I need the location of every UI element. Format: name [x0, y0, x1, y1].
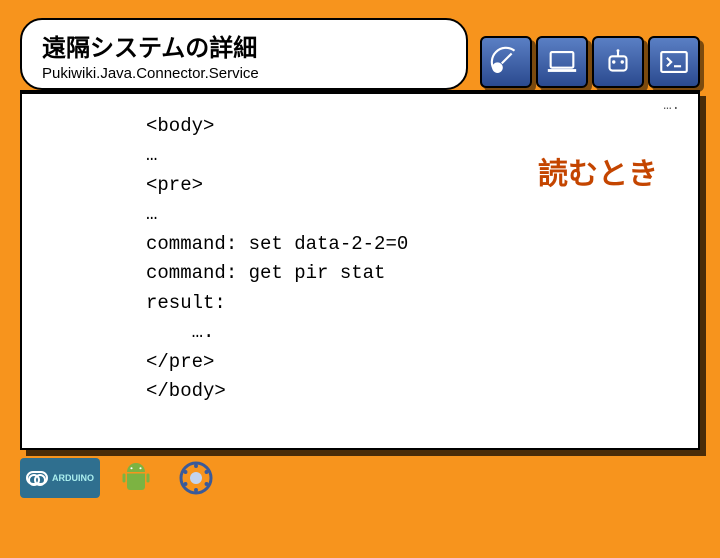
corner-ellipsis: …. — [663, 98, 680, 114]
main-panel: …. <body> … <pre> … command: set data-2-… — [20, 90, 700, 450]
code-line: <body> — [146, 115, 214, 137]
osgi-logo-icon — [172, 458, 220, 498]
code-line: command: set data-2-2=0 — [146, 233, 408, 255]
header-icon-row — [480, 36, 700, 88]
laptop-icon — [536, 36, 588, 88]
header: 遠隔システムの詳細 Pukiwiki.Java.Connector.Servic… — [20, 18, 700, 90]
satellite-dish-icon — [480, 36, 532, 88]
code-line: …. — [146, 321, 214, 343]
code-line: </body> — [146, 380, 226, 402]
arduino-logo-icon: ARDUINO — [20, 458, 100, 498]
code-line: <pre> — [146, 174, 203, 196]
page-subtitle: Pukiwiki.Java.Connector.Service — [42, 65, 446, 82]
page-title: 遠隔システムの詳細 — [42, 28, 446, 63]
annotation-label: 読むとき — [538, 149, 658, 193]
code-line: … — [146, 144, 157, 166]
footer-icons: ARDUINO — [20, 458, 700, 498]
code-line: </pre> — [146, 351, 214, 373]
terminal-icon — [648, 36, 700, 88]
code-line: command: get pir stat — [146, 262, 385, 284]
arduino-label: ARDUINO — [52, 473, 94, 483]
robot-icon — [592, 36, 644, 88]
android-icon — [112, 458, 160, 498]
code-line: … — [146, 203, 157, 225]
code-line: result: — [146, 292, 226, 314]
title-block: 遠隔システムの詳細 Pukiwiki.Java.Connector.Servic… — [20, 18, 468, 90]
